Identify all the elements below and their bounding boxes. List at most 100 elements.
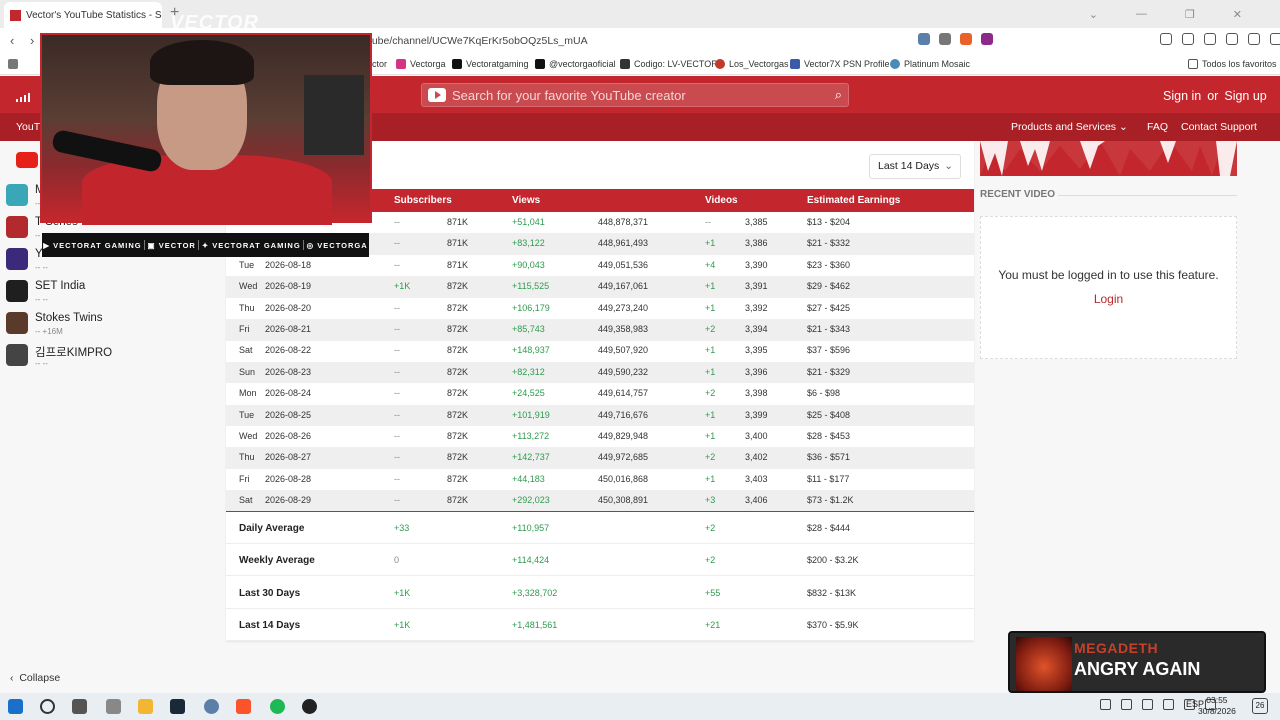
bookmark-item[interactable]: Los_Vectorgas bbox=[715, 53, 789, 75]
row-day: Tue bbox=[239, 409, 255, 420]
table-row: Tue 2026-08-25 -- 872K +101,919 449,716,676 +1… bbox=[226, 404, 974, 427]
row-video-delta: +2 bbox=[705, 452, 716, 463]
row-earnings: $11 - $177 bbox=[807, 473, 850, 484]
channel-avatar bbox=[6, 312, 28, 334]
sidebar-channel[interactable]: Stokes Twins -- +16M bbox=[6, 312, 196, 340]
app-icon[interactable] bbox=[204, 699, 219, 714]
row-videos: 3,396 bbox=[745, 366, 768, 377]
youtube-icon[interactable] bbox=[16, 152, 38, 168]
bookmark-item[interactable]: @vectorgaoficial bbox=[535, 53, 616, 75]
bookmark-item[interactable]: ctor bbox=[372, 53, 387, 75]
channel-name: 김프로KIMPRO bbox=[35, 347, 113, 359]
brave-icon[interactable] bbox=[236, 699, 251, 714]
table-row: Mon 2026-08-24 -- 872K +24,525 449,614,757 +2 3… bbox=[226, 383, 974, 405]
range-select[interactable]: Last 14 Days ⌄ bbox=[869, 154, 961, 179]
headset-icon[interactable] bbox=[1121, 699, 1132, 710]
row-day: Sat bbox=[239, 495, 253, 506]
creator-search: ⌕ bbox=[421, 83, 849, 107]
bookmark-item[interactable]: Vectorga bbox=[396, 53, 446, 75]
mic-icon[interactable] bbox=[1142, 699, 1153, 710]
apps-grid-icon[interactable] bbox=[8, 53, 18, 75]
row-sub-delta: -- bbox=[394, 366, 400, 377]
network-icon[interactable] bbox=[1163, 699, 1174, 710]
steam-icon[interactable] bbox=[170, 699, 185, 714]
row-earnings: $28 - $453 bbox=[807, 431, 851, 441]
menu-icon[interactable] bbox=[1270, 33, 1280, 45]
chevron-up-icon[interactable] bbox=[1100, 699, 1111, 710]
row-day: Wed bbox=[239, 431, 258, 441]
browser-tab[interactable]: Vector's YouTube Statistics - Soc × bbox=[4, 2, 162, 28]
recent-video-label: RECENT VIDEO bbox=[980, 189, 1056, 200]
row-day: Sat bbox=[239, 345, 253, 356]
sign-in-link[interactable]: Sign in bbox=[1163, 89, 1201, 103]
sign-up-link[interactable]: Sign up bbox=[1224, 89, 1266, 103]
search-input[interactable] bbox=[452, 84, 822, 106]
maximize-icon[interactable]: ❐ bbox=[1185, 8, 1195, 21]
brave-shield-icon[interactable] bbox=[960, 33, 972, 45]
site-favicon-icon bbox=[10, 9, 21, 21]
row-subs: 872K bbox=[447, 281, 469, 292]
app-icon[interactable] bbox=[106, 699, 121, 714]
bookmark-item[interactable]: Codigo: LV-VECTOR bbox=[620, 53, 718, 75]
row-videos: 3,390 bbox=[745, 259, 768, 270]
sidebar-icon[interactable] bbox=[1182, 33, 1194, 45]
sidebar-channel[interactable]: 김프로KIMPRO -- -- bbox=[6, 344, 196, 372]
row-views-delta: +90,043 bbox=[512, 259, 545, 270]
row-date: 2026-08-22 bbox=[265, 345, 312, 356]
summary-earnings: $832 - $13K bbox=[807, 588, 857, 598]
search-icon[interactable]: ⌕ bbox=[835, 87, 842, 103]
row-sub-delta: -- bbox=[394, 345, 400, 356]
row-views: 449,829,948 bbox=[598, 431, 649, 441]
minimize-icon[interactable]: — bbox=[1136, 8, 1147, 20]
ai-icon[interactable] bbox=[1226, 33, 1238, 45]
file-explorer-icon[interactable] bbox=[138, 699, 153, 714]
products-menu[interactable]: Products and Services ⌄ bbox=[1011, 121, 1128, 133]
summary-earnings: $200 - $3.2K bbox=[807, 555, 859, 565]
row-subs: 872K bbox=[447, 409, 469, 420]
wallet-icon[interactable] bbox=[1204, 33, 1216, 45]
extensions-icon[interactable] bbox=[1160, 33, 1172, 45]
clock[interactable]: 03:55 30/8/2026 bbox=[1198, 695, 1236, 717]
row-sub-delta: -- bbox=[394, 409, 400, 420]
vpn-icon[interactable] bbox=[1248, 33, 1260, 45]
spotify-icon[interactable] bbox=[270, 699, 285, 714]
sidebar-channel[interactable]: SET India -- -- bbox=[6, 280, 196, 308]
close-window-icon[interactable]: ✕ bbox=[1233, 8, 1242, 21]
triangle-rewards-icon[interactable] bbox=[981, 33, 993, 45]
globe-icon bbox=[890, 59, 900, 69]
faq-link[interactable]: FAQ bbox=[1147, 121, 1168, 133]
back-icon[interactable]: ‹ bbox=[10, 33, 14, 48]
artist-name: MEGADETH bbox=[1074, 640, 1159, 656]
chevron-down-icon[interactable]: ⌄ bbox=[1089, 8, 1098, 21]
subscribers-header: Subscribers bbox=[394, 195, 452, 206]
search-icon[interactable] bbox=[40, 699, 55, 714]
url-field[interactable]: youtube/channel/UCWe7KqErKr5obOQz5Ls_mUA bbox=[352, 32, 912, 50]
bookmark-item[interactable]: Vectoratgaming bbox=[452, 53, 529, 75]
row-views-delta: +292,023 bbox=[512, 495, 550, 506]
login-link[interactable]: Login bbox=[980, 292, 1237, 306]
translate-icon[interactable] bbox=[918, 33, 930, 45]
youtube-icon bbox=[428, 88, 446, 102]
forward-icon[interactable]: › bbox=[30, 33, 34, 48]
bookmark-folder[interactable]: Todos los favoritos bbox=[1188, 53, 1277, 75]
table-row: Tue 2026-08-18 -- 871K +90,043 449,051,536 +4 3… bbox=[226, 255, 974, 277]
bookmark-item[interactable]: Vector7X PSN Profile bbox=[790, 53, 890, 75]
start-icon[interactable] bbox=[8, 699, 23, 714]
row-views: 449,614,757 bbox=[598, 388, 649, 399]
row-videos: 3,395 bbox=[745, 345, 768, 356]
history-icon[interactable] bbox=[939, 33, 951, 45]
contact-support-link[interactable]: Contact Support bbox=[1181, 121, 1257, 133]
bookmark-item[interactable]: Platinum Mosaic bbox=[890, 53, 970, 75]
row-sub-delta: -- bbox=[394, 324, 400, 334]
row-views-delta: +51,041 bbox=[512, 217, 545, 227]
site-logo-icon[interactable] bbox=[16, 93, 30, 102]
obs-icon[interactable] bbox=[302, 699, 317, 714]
notification-icon[interactable]: 26 bbox=[1252, 698, 1268, 714]
row-earnings: $21 - $343 bbox=[807, 324, 851, 334]
collapse-button[interactable]: ‹ Collapse bbox=[10, 672, 60, 684]
task-view-icon[interactable] bbox=[72, 699, 87, 714]
table-row: Wed 2026-08-19 +1K 872K +115,525 449,167,061 +… bbox=[226, 276, 974, 298]
nav-youtube-link[interactable]: YouT bbox=[16, 121, 40, 133]
channel-stats: -- -- bbox=[35, 295, 48, 304]
or-text: or bbox=[1207, 89, 1219, 103]
